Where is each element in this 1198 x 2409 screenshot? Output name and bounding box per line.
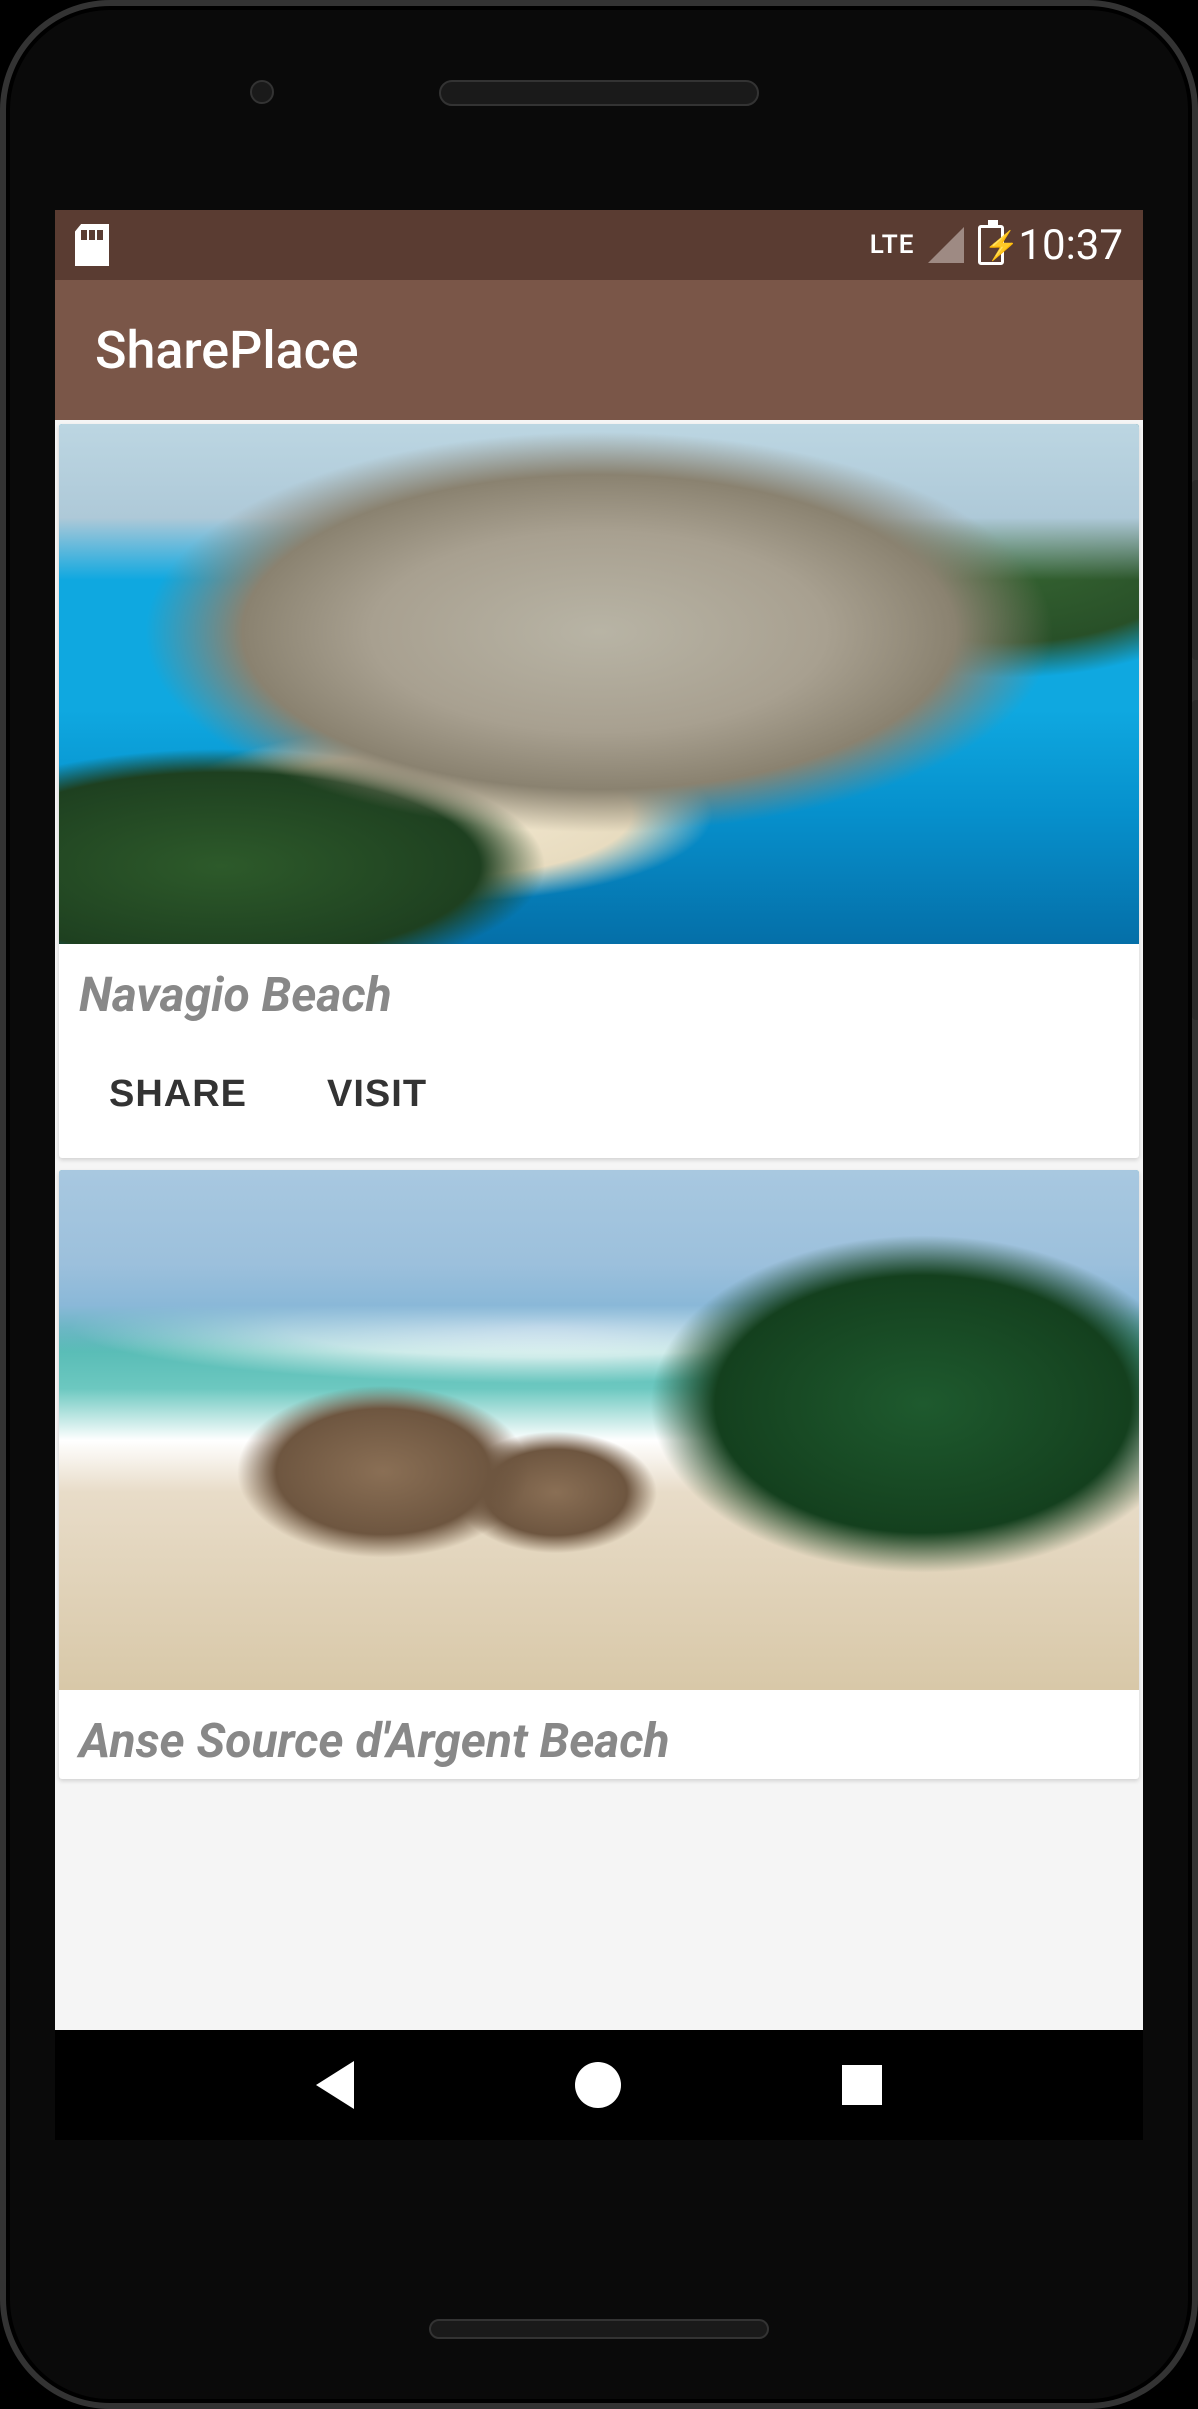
sd-card-icon (75, 224, 109, 266)
phone-frame: LTE 10:37 SharePlace Navagio Beach SHARE… (0, 0, 1198, 2409)
status-clock: 10:37 (1018, 221, 1123, 270)
recent-apps-button-icon[interactable] (842, 2065, 882, 2105)
earpiece-speaker (439, 80, 759, 106)
app-bar: SharePlace (55, 280, 1143, 420)
card-list[interactable]: Navagio Beach SHARE VISIT Anse Source d'… (55, 420, 1143, 2030)
bottom-speaker (429, 2319, 769, 2339)
place-image[interactable] (59, 1170, 1139, 1690)
card-actions: SHARE VISIT (59, 1033, 1139, 1158)
visit-button[interactable]: VISIT (297, 1063, 457, 1126)
device-screen: LTE 10:37 SharePlace Navagio Beach SHARE… (55, 210, 1143, 2140)
share-button[interactable]: SHARE (79, 1063, 277, 1126)
navigation-bar (55, 2030, 1143, 2140)
place-image[interactable] (59, 424, 1139, 944)
place-card: Anse Source d'Argent Beach (59, 1170, 1139, 1779)
front-camera (250, 80, 274, 104)
back-button-icon[interactable] (316, 2061, 354, 2109)
status-bar: LTE 10:37 (55, 210, 1143, 280)
side-button (1192, 480, 1198, 660)
side-button (1192, 700, 1198, 1020)
place-title: Navagio Beach (59, 944, 1139, 1033)
network-type: LTE (870, 230, 915, 260)
place-card: Navagio Beach SHARE VISIT (59, 424, 1139, 1158)
home-button-icon[interactable] (575, 2062, 621, 2108)
signal-icon (928, 227, 964, 263)
place-title: Anse Source d'Argent Beach (59, 1690, 1139, 1779)
battery-charging-icon (978, 225, 1004, 265)
app-title: SharePlace (95, 320, 359, 381)
